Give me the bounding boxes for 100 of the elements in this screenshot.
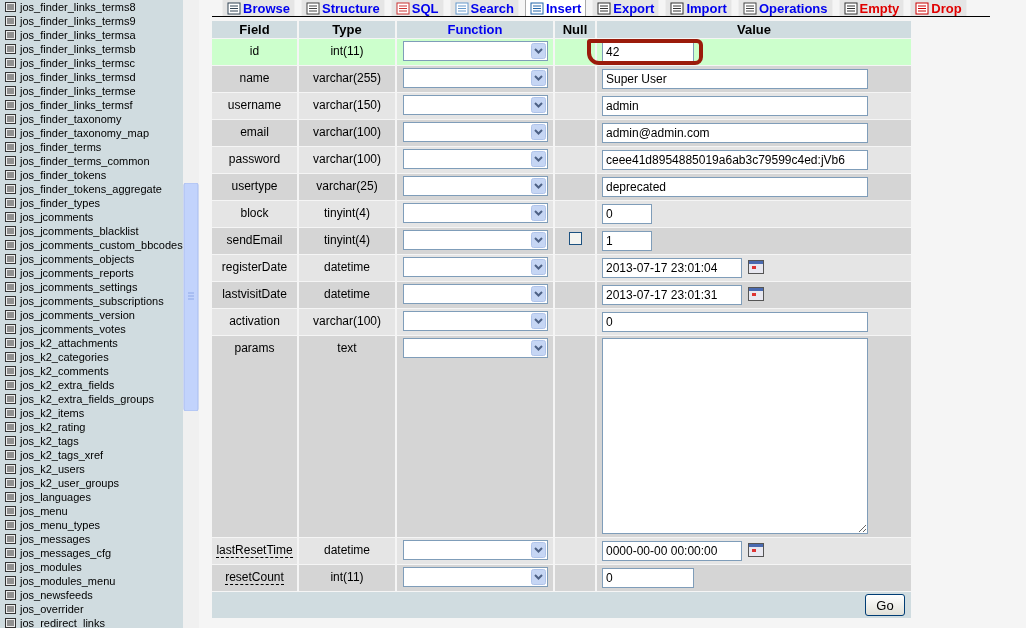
- value-input[interactable]: 0: [602, 312, 868, 332]
- tab[interactable]: Search: [449, 0, 519, 16]
- table-link[interactable]: jos_finder_terms: [0, 140, 183, 154]
- table-link[interactable]: jos_finder_links_termsb: [0, 42, 183, 56]
- table-link[interactable]: jos_finder_links_termsa: [0, 28, 183, 42]
- table-link[interactable]: jos_finder_links_terms8: [0, 0, 183, 14]
- tab[interactable]: Browse: [222, 0, 295, 16]
- table-link[interactable]: jos_k2_extra_fields_groups: [0, 392, 183, 406]
- type-cell: varchar(25): [299, 174, 395, 200]
- type-cell: tinyint(4): [299, 201, 395, 227]
- table-link[interactable]: jos_overrider: [0, 602, 183, 616]
- table-link[interactable]: jos_k2_tags: [0, 434, 183, 448]
- value-input[interactable]: ceee41d8954885019a6ab3c79599c4ed:jVb6: [602, 150, 868, 170]
- table-link[interactable]: jos_finder_taxonomy_map: [0, 126, 183, 140]
- field-cell: block: [212, 201, 297, 227]
- type-cell: varchar(100): [299, 120, 395, 146]
- table-link[interactable]: jos_messages_cfg: [0, 546, 183, 560]
- type-cell: datetime: [299, 282, 395, 308]
- table-link[interactable]: jos_jcomments_version: [0, 308, 183, 322]
- value-input[interactable]: 42: [602, 42, 694, 62]
- table-link[interactable]: jos_finder_links_terms9: [0, 14, 183, 28]
- column-header: Type: [299, 21, 395, 38]
- field-cell: params: [212, 336, 297, 537]
- type-cell: varchar(100): [299, 309, 395, 335]
- type-cell: tinyint(4): [299, 228, 395, 254]
- type-cell: varchar(150): [299, 93, 395, 119]
- type-cell: int(11): [299, 39, 395, 65]
- table-link[interactable]: jos_finder_taxonomy: [0, 112, 183, 126]
- table-link[interactable]: jos_jcomments_subscriptions: [0, 294, 183, 308]
- table-link[interactable]: jos_k2_extra_fields: [0, 378, 183, 392]
- tab[interactable]: Export: [592, 0, 660, 16]
- field-cell: sendEmail: [212, 228, 297, 254]
- value-input[interactable]: deprecated: [602, 177, 868, 197]
- value-input[interactable]: 2013-07-17 23:01:04: [602, 258, 742, 278]
- field-cell: name: [212, 66, 297, 92]
- column-header: Field: [212, 21, 297, 38]
- field-cell: password: [212, 147, 297, 173]
- table-link[interactable]: jos_menu: [0, 504, 183, 518]
- table-link[interactable]: jos_modules_menu: [0, 574, 183, 588]
- table-link[interactable]: jos_k2_user_groups: [0, 476, 183, 490]
- field-cell: usertype: [212, 174, 297, 200]
- type-cell: varchar(255): [299, 66, 395, 92]
- table-link[interactable]: jos_finder_links_termsf: [0, 98, 183, 112]
- table-link[interactable]: jos_jcomments_objects: [0, 252, 183, 266]
- column-header[interactable]: Function: [397, 21, 553, 38]
- go-button[interactable]: Go: [865, 594, 905, 616]
- field-cell: lastResetTime: [212, 538, 297, 564]
- tab[interactable]: Import: [665, 0, 732, 16]
- table-link[interactable]: jos_messages: [0, 532, 183, 546]
- field-cell: email: [212, 120, 297, 146]
- table-link[interactable]: jos_finder_links_termsd: [0, 70, 183, 84]
- value-input[interactable]: 2013-07-17 23:01:31: [602, 285, 742, 305]
- table-link[interactable]: jos_finder_terms_common: [0, 154, 183, 168]
- tab[interactable]: Drop: [910, 0, 967, 16]
- tab[interactable]: Empty: [838, 0, 905, 16]
- value-input[interactable]: 1: [602, 231, 652, 251]
- value-input[interactable]: admin@admin.com: [602, 123, 868, 143]
- table-link[interactable]: jos_k2_attachments: [0, 336, 183, 350]
- table-link[interactable]: jos_jcomments_reports: [0, 266, 183, 280]
- value-input[interactable]: 0: [602, 204, 652, 224]
- field-cell: id: [212, 39, 297, 65]
- value-input[interactable]: 0: [602, 568, 694, 588]
- type-cell: datetime: [299, 538, 395, 564]
- value-input[interactable]: Super User: [602, 69, 868, 89]
- table-link[interactable]: jos_k2_users: [0, 462, 183, 476]
- table-link[interactable]: jos_newsfeeds: [0, 588, 183, 602]
- table-link[interactable]: jos_jcomments_votes: [0, 322, 183, 336]
- column-header: Value: [597, 21, 911, 38]
- type-cell: datetime: [299, 255, 395, 281]
- tab[interactable]: SQL: [390, 0, 444, 16]
- table-link[interactable]: jos_jcomments_settings: [0, 280, 183, 294]
- table-link[interactable]: jos_jcomments_blacklist: [0, 224, 183, 238]
- tab[interactable]: Operations: [737, 0, 833, 16]
- table-link[interactable]: jos_k2_items: [0, 406, 183, 420]
- table-link[interactable]: jos_finder_links_termsc: [0, 56, 183, 70]
- value-input[interactable]: admin: [602, 96, 868, 116]
- table-link[interactable]: jos_k2_comments: [0, 364, 183, 378]
- value-input[interactable]: 0000-00-00 00:00:00: [602, 541, 742, 561]
- tab[interactable]: Structure: [300, 0, 385, 16]
- field-cell: registerDate: [212, 255, 297, 281]
- type-cell: text: [299, 336, 395, 537]
- table-link[interactable]: jos_modules: [0, 560, 183, 574]
- field-cell: username: [212, 93, 297, 119]
- type-cell: int(11): [299, 565, 395, 591]
- table-link[interactable]: jos_jcomments: [0, 210, 183, 224]
- table-link[interactable]: jos_k2_categories: [0, 350, 183, 364]
- table-link[interactable]: jos_finder_types: [0, 196, 183, 210]
- table-link[interactable]: jos_k2_rating: [0, 420, 183, 434]
- table-link[interactable]: jos_finder_tokens: [0, 168, 183, 182]
- field-cell: activation: [212, 309, 297, 335]
- field-cell: lastvisitDate: [212, 282, 297, 308]
- field-cell: resetCount: [212, 565, 297, 591]
- table-link[interactable]: jos_finder_links_termse: [0, 84, 183, 98]
- table-link[interactable]: jos_finder_tokens_aggregate: [0, 182, 183, 196]
- type-cell: varchar(100): [299, 147, 395, 173]
- table-link[interactable]: jos_menu_types: [0, 518, 183, 532]
- tab[interactable]: Insert: [524, 0, 587, 16]
- table-link[interactable]: jos_languages: [0, 490, 183, 504]
- table-link[interactable]: jos_jcomments_custom_bbcodes: [0, 238, 183, 252]
- table-link[interactable]: jos_k2_tags_xref: [0, 448, 183, 462]
